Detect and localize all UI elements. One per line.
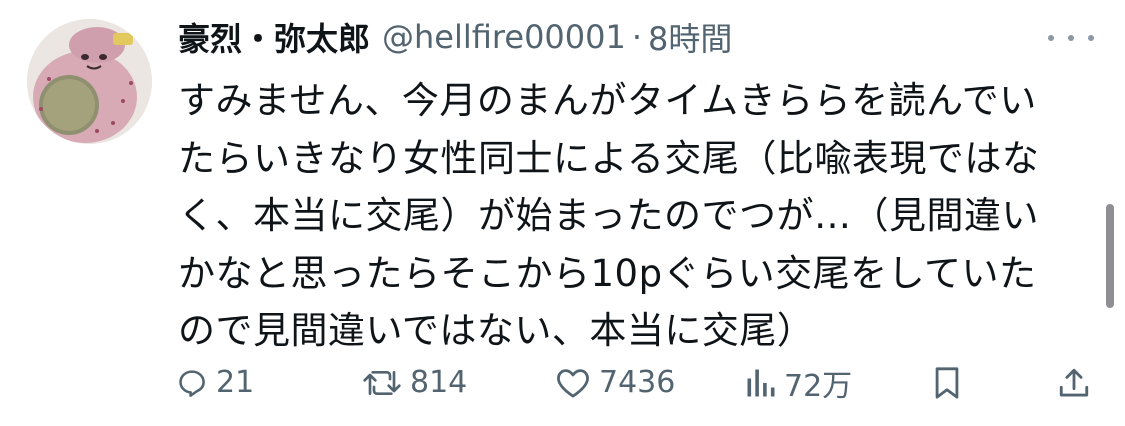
tweet-actions: 21 814 7436 72万 <box>0 355 1125 410</box>
retweet-count: 814 <box>410 365 468 400</box>
heart-icon <box>557 368 589 397</box>
share-icon <box>1059 368 1089 396</box>
views-button[interactable]: 72万 <box>746 355 852 410</box>
tweet[interactable]: 豪烈・弥太郎 @hellfire00001 · 8時間 すみません、今月のまんが… <box>0 0 1125 426</box>
separator-dot: · <box>631 18 643 56</box>
tweet-header: 豪烈・弥太郎 @hellfire00001 · 8時間 <box>178 12 732 62</box>
like-count: 7436 <box>599 365 676 400</box>
scrollbar[interactable] <box>1106 204 1114 308</box>
like-button[interactable]: 7436 <box>555 355 675 410</box>
reply-count: 21 <box>216 365 255 400</box>
avatar[interactable] <box>27 19 152 144</box>
bookmark-button[interactable] <box>932 355 962 410</box>
reply-button[interactable]: 21 <box>176 355 254 410</box>
retweet-icon <box>363 370 401 395</box>
more-horizontal-icon <box>1048 35 1054 41</box>
more-options-button[interactable] <box>1048 24 1094 52</box>
avatar-image <box>27 19 152 144</box>
timestamp[interactable]: 8時間 <box>648 14 732 60</box>
share-button[interactable] <box>1058 355 1090 410</box>
display-name[interactable]: 豪烈・弥太郎 <box>178 14 370 60</box>
bookmark-icon <box>935 366 959 399</box>
user-handle[interactable]: @hellfire00001 <box>382 18 626 56</box>
views-count: 72万 <box>784 368 853 404</box>
retweet-button[interactable]: 814 <box>362 355 467 410</box>
tweet-text: すみません、今月のまんがタイムきららを読んでいたらいきなり女性同士による交尾（比… <box>178 79 1040 352</box>
views-icon <box>747 369 775 396</box>
reply-icon <box>179 369 205 397</box>
